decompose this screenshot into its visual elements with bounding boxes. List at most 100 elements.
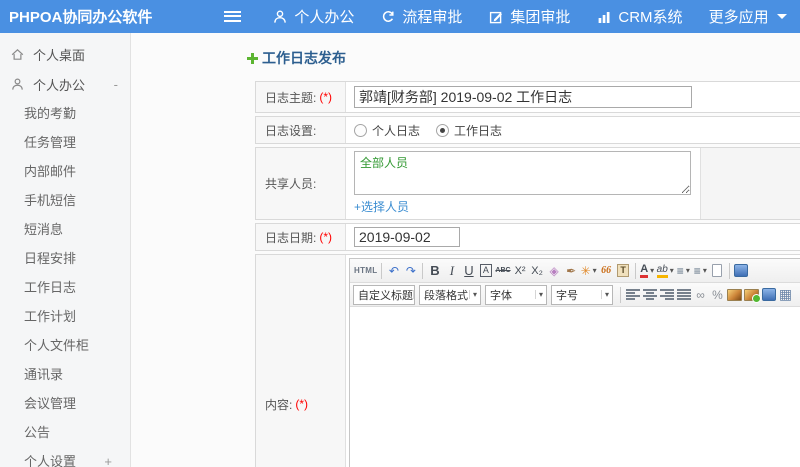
justify-left-icon[interactable] bbox=[624, 285, 641, 305]
sidebar-item[interactable]: 我的考勤 bbox=[24, 99, 118, 128]
dropdown-caret-icon[interactable]: ▾ bbox=[413, 290, 414, 299]
custom-title-select[interactable]: 自定义标题▾ bbox=[353, 284, 415, 305]
log-type-option[interactable]: 个人日志 bbox=[354, 122, 420, 139]
media-icon[interactable] bbox=[760, 285, 777, 305]
superscript-icon-glyph: X² bbox=[514, 264, 526, 277]
nav-item-process-approval[interactable]: 流程审批 bbox=[367, 0, 475, 33]
settings-row: 日志设置: 个人日志 工作日志 bbox=[255, 116, 800, 144]
underline-icon[interactable]: U bbox=[460, 261, 477, 281]
dropdown-caret-icon[interactable]: ▾ bbox=[670, 266, 674, 275]
page-title: 工作日志发布 bbox=[247, 48, 800, 68]
unordered-list-icon[interactable]: ≡ ▾ bbox=[692, 261, 709, 281]
sidebar-item[interactable]: 公告 bbox=[24, 418, 118, 447]
eraser-icon[interactable]: ◈ bbox=[546, 261, 563, 281]
sidebar-item[interactable]: 任务管理 bbox=[24, 128, 118, 157]
dropdown-caret-icon[interactable]: ▾ bbox=[593, 266, 597, 275]
ordered-list-icon[interactable]: ≡ ▾ bbox=[675, 261, 692, 281]
format-painter-icon[interactable]: ✒ bbox=[563, 261, 580, 281]
top-navbar: PHPOA协同办公软件 个人办公 流程审批 集团审批 CRM系统 更多应用 bbox=[0, 0, 800, 33]
radio-checked-icon[interactable] bbox=[436, 123, 450, 137]
paragraph-format-select[interactable]: 段落格式 ▾ bbox=[419, 284, 481, 305]
log-date-input[interactable] bbox=[354, 227, 460, 247]
dropdown-caret-icon[interactable]: ▾ bbox=[686, 266, 690, 275]
radio-unchecked-icon[interactable] bbox=[354, 123, 367, 137]
italic-icon-glyph: I bbox=[449, 262, 455, 278]
sidebar-item[interactable]: 工作计划 bbox=[24, 302, 118, 331]
image-icon[interactable] bbox=[726, 285, 743, 305]
hamburger-menu-icon[interactable] bbox=[224, 10, 242, 23]
sidebar-item-personal-desktop[interactable]: 个人桌面 bbox=[0, 39, 130, 69]
highlight-color-icon[interactable]: ab ▾ bbox=[656, 261, 675, 281]
strikethrough-icon[interactable]: ABC bbox=[494, 261, 511, 281]
sidebar-item[interactable]: 手机短信 bbox=[24, 186, 118, 215]
justify-right-icon-glyph bbox=[659, 289, 674, 300]
toolbar-separator bbox=[728, 262, 730, 279]
new-page-icon[interactable] bbox=[709, 261, 726, 281]
expand-icon[interactable]: + bbox=[104, 447, 118, 467]
main-content: 工作日志发布 日志主题: (*) 日志设置: 个人日志 工作日志 bbox=[131, 33, 800, 467]
sidebar-item-label: 我的考勤 bbox=[24, 106, 77, 121]
sidebar-section-label: 个人桌面 bbox=[33, 47, 86, 63]
justify-right-icon[interactable] bbox=[658, 285, 675, 305]
sidebar-item-label: 手机短信 bbox=[24, 193, 77, 208]
unlink-icon[interactable]: % bbox=[709, 285, 726, 305]
undo-icon[interactable]: ↶ bbox=[385, 261, 402, 281]
strikethrough-icon-glyph: ABC bbox=[495, 267, 511, 274]
collapse-icon[interactable]: - bbox=[114, 77, 118, 92]
select-value: 段落格式 bbox=[424, 289, 468, 302]
font-color-icon[interactable]: A ▾ bbox=[639, 261, 656, 281]
blockquote-icon[interactable]: 66 bbox=[598, 261, 615, 281]
sidebar-item[interactable]: 通讯录 bbox=[24, 360, 118, 389]
superscript-icon[interactable]: X² bbox=[512, 261, 529, 281]
paste-text-icon[interactable]: T bbox=[615, 261, 632, 281]
bold-icon-glyph: B bbox=[430, 263, 440, 278]
sidebar-item-label: 短消息 bbox=[24, 222, 64, 237]
redo-icon-glyph: ↷ bbox=[405, 263, 416, 278]
insert-map-icon[interactable] bbox=[733, 261, 750, 281]
font-size-select[interactable]: 字号 ▾ bbox=[551, 284, 613, 305]
redo-icon[interactable]: ↷ bbox=[402, 261, 419, 281]
sidebar-item[interactable]: 短消息 bbox=[24, 215, 118, 244]
link-icon[interactable]: ∞ bbox=[692, 285, 709, 305]
font-frame-icon[interactable]: A bbox=[477, 261, 494, 281]
dropdown-caret-icon[interactable]: ▾ bbox=[534, 290, 546, 299]
subscript-icon[interactable]: X₂ bbox=[529, 261, 546, 281]
sidebar-item-personal-office[interactable]: 个人办公 - bbox=[0, 69, 130, 99]
source-button[interactable]: HTML bbox=[353, 261, 378, 281]
nav-item-crm-system[interactable]: CRM系统 bbox=[583, 0, 695, 33]
nav-item-group-approval[interactable]: 集团审批 bbox=[475, 0, 583, 33]
select-members-link[interactable]: +选择人员 bbox=[354, 198, 409, 215]
editor-content-area[interactable] bbox=[350, 307, 800, 467]
table-icon[interactable]: ▦ bbox=[777, 285, 794, 305]
auto-typeset-icon[interactable]: ✳ ▾ bbox=[580, 261, 598, 281]
editor-toolbar-row2: 自定义标题▾段落格式▾字体▾字号▾∞%▦ bbox=[350, 283, 800, 307]
sidebar: 个人桌面 个人办公 - 我的考勤任务管理 内部邮件手机短信短消息日程安排 工作日志工… bbox=[0, 33, 131, 467]
nav-item-more-apps[interactable]: 更多应用 bbox=[696, 0, 800, 33]
sidebar-item[interactable]: 个人文件柜 bbox=[24, 331, 118, 360]
bold-icon[interactable]: B bbox=[426, 261, 443, 281]
select-value: 自定义标题 bbox=[358, 289, 413, 302]
italic-icon[interactable]: I bbox=[443, 261, 460, 281]
sidebar-item[interactable]: 内部邮件 bbox=[24, 157, 118, 186]
dropdown-caret-icon[interactable]: ▾ bbox=[600, 290, 612, 299]
dropdown-caret-icon[interactable]: ▾ bbox=[468, 290, 480, 299]
log-type-option[interactable]: 工作日志 bbox=[436, 122, 502, 139]
sidebar-item-label: 个人文件柜 bbox=[24, 338, 90, 353]
sidebar-item-label: 工作计划 bbox=[24, 309, 77, 324]
justify-center-icon[interactable] bbox=[641, 285, 658, 305]
dropdown-caret-icon[interactable]: ▾ bbox=[703, 266, 707, 275]
bar-chart-icon bbox=[598, 11, 610, 23]
sidebar-item[interactable]: 个人设置 + bbox=[24, 447, 118, 467]
sidebar-item[interactable]: 工作日志 bbox=[24, 273, 118, 302]
sidebar-item[interactable]: 日程安排 bbox=[24, 244, 118, 273]
subject-row: 日志主题: (*) bbox=[255, 81, 800, 113]
subject-input[interactable] bbox=[354, 86, 692, 108]
insert-image-icon[interactable] bbox=[743, 285, 761, 305]
dropdown-caret-icon[interactable]: ▾ bbox=[650, 266, 654, 275]
sidebar-item[interactable]: 会议管理 bbox=[24, 389, 118, 418]
nav-item-personal-office[interactable]: 个人办公 bbox=[259, 0, 367, 33]
font-family-select[interactable]: 字体 ▾ bbox=[485, 284, 547, 305]
chevron-down-icon bbox=[776, 14, 787, 19]
share-members-textarea[interactable]: 全部人员 bbox=[354, 151, 691, 195]
justify-full-icon[interactable] bbox=[675, 285, 692, 305]
